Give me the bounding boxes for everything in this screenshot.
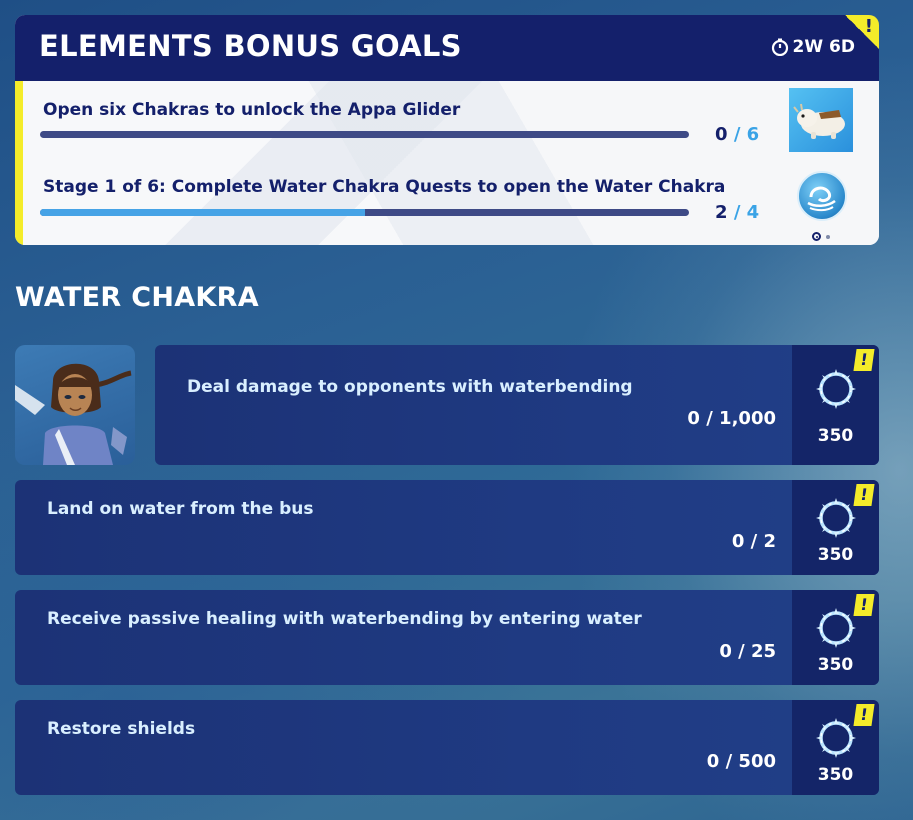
new-alert-icon: ! (853, 704, 875, 726)
reward-amount: 350 (817, 426, 854, 446)
quest-progress: 0 / 500 (706, 751, 776, 772)
goal-progress-total: / 6 (733, 124, 760, 145)
quest-reward: 350 ! (792, 590, 879, 685)
reward-amount: 350 (817, 545, 854, 565)
quest-description: Deal damage to opponents with waterbendi… (187, 377, 633, 397)
appa-glider-icon[interactable] (789, 88, 853, 152)
reward-amount: 350 (817, 655, 854, 675)
page-indicator[interactable] (812, 232, 830, 241)
stopwatch-icon (771, 38, 788, 56)
quest-card[interactable]: Deal damage to opponents with waterbendi… (155, 345, 879, 465)
alert-mark: ! (864, 16, 873, 37)
quest-reward: 350 ! (792, 480, 879, 575)
xp-reward-icon (816, 608, 856, 648)
water-chakra-emblem-icon[interactable] (797, 171, 847, 221)
new-alert-icon: ! (853, 349, 875, 371)
xp-reward-icon (816, 498, 856, 538)
time-remaining: 2W 6D (771, 37, 855, 57)
quest-card[interactable]: Restore shields 0 / 500 350 ! (15, 700, 879, 795)
new-alert-badge: ! (845, 15, 879, 49)
bonus-goals-title: ELEMENTS BONUS GOALS (39, 29, 462, 63)
new-alert-icon: ! (853, 594, 875, 616)
xp-reward-icon (816, 369, 856, 409)
quest-description: Restore shields (47, 719, 196, 739)
page-dot[interactable] (826, 234, 830, 239)
goal-progress-bar (40, 131, 689, 138)
quest-description: Land on water from the bus (47, 499, 314, 519)
goal-progress-total: / 4 (733, 202, 760, 223)
quest-description: Receive passive healing with waterbendin… (47, 609, 642, 629)
page-dot-active[interactable] (812, 232, 821, 241)
katara-portrait (15, 345, 135, 465)
quest-reward: 350 ! (792, 345, 879, 465)
section-title: WATER CHAKRA (15, 282, 259, 313)
quest-card[interactable]: Receive passive healing with waterbendin… (15, 590, 879, 685)
xp-reward-icon (816, 718, 856, 758)
quest-reward: 350 ! (792, 700, 879, 795)
bonus-goals-list: Open six Chakras to unlock the Appa Glid… (15, 81, 879, 245)
quest-progress: 0 / 25 (719, 641, 776, 662)
goal-progress-value: 2 (715, 202, 728, 223)
goal-title: Open six Chakras to unlock the Appa Glid… (43, 100, 461, 120)
goal-progress-count: 2 / 4 (715, 202, 759, 223)
quest-card[interactable]: Land on water from the bus 0 / 2 350 ! (15, 480, 879, 575)
reward-amount: 350 (817, 765, 854, 785)
bonus-goals-header: ELEMENTS BONUS GOALS 2W 6D ! (15, 15, 879, 81)
new-alert-icon: ! (853, 484, 875, 506)
quest-progress: 0 / 2 (731, 531, 776, 552)
goal-progress-fill (40, 209, 365, 216)
goal-title: Stage 1 of 6: Complete Water Chakra Ques… (43, 177, 726, 197)
goal-progress-count: 0 / 6 (715, 124, 759, 145)
bonus-goals-card: ELEMENTS BONUS GOALS 2W 6D ! Open six Ch… (15, 15, 879, 245)
goal-progress-value: 0 (715, 124, 728, 145)
goal-progress-bar (40, 209, 689, 216)
quest-progress: 0 / 1,000 (687, 408, 776, 429)
